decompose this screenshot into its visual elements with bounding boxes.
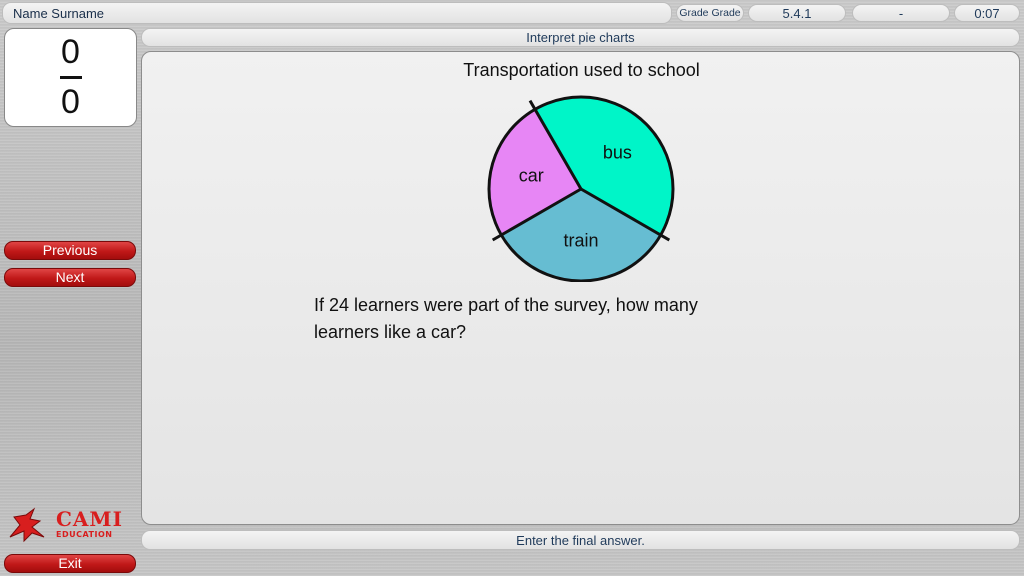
score-numerator: 0 — [61, 33, 80, 71]
exit-button[interactable]: Exit — [4, 554, 136, 573]
cami-logo: CAMI EDUCATION — [4, 505, 138, 545]
score-denominator: 0 — [61, 83, 80, 121]
previous-button[interactable]: Previous — [4, 241, 136, 260]
pie-chart: bus train car — [487, 95, 675, 282]
status-field-label: - — [898, 5, 904, 21]
question-text: If 24 learners were part of the survey, … — [314, 295, 698, 342]
chart-title: Transportation used to school — [463, 60, 700, 80]
topic-title: Interpret pie charts — [526, 30, 635, 45]
score-box: 0 0 — [4, 28, 137, 127]
status-field: - — [852, 4, 950, 22]
pie-label-train: train — [563, 231, 598, 251]
runner-logo-icon — [9, 507, 45, 543]
exercise-code: 5.4.1 — [748, 4, 846, 22]
logo-brand: CAMI — [56, 507, 123, 531]
topic-bar: Interpret pie charts — [141, 28, 1020, 47]
instruction-text: Enter the final answer. — [516, 532, 645, 548]
user-name-bar: Name Surname — [2, 2, 672, 24]
timer: 0:07 — [954, 4, 1020, 22]
pie-label-bus: bus — [603, 143, 632, 163]
instruction-bar: Enter the final answer. — [141, 530, 1020, 550]
fraction-bar — [59, 76, 82, 79]
grade-label: Grade Grade — [679, 7, 741, 19]
question-panel: Transportation used to school bus train ca… — [141, 51, 1020, 525]
user-name: Name Surname — [13, 5, 105, 21]
next-button[interactable]: Next — [4, 268, 136, 287]
exercise-code-label: 5.4.1 — [782, 5, 812, 21]
logo-tagline: EDUCATION — [56, 530, 113, 539]
timer-label: 0:07 — [974, 5, 1000, 21]
pie-label-car: car — [519, 166, 544, 186]
grade-badge: Grade Grade — [676, 4, 744, 22]
